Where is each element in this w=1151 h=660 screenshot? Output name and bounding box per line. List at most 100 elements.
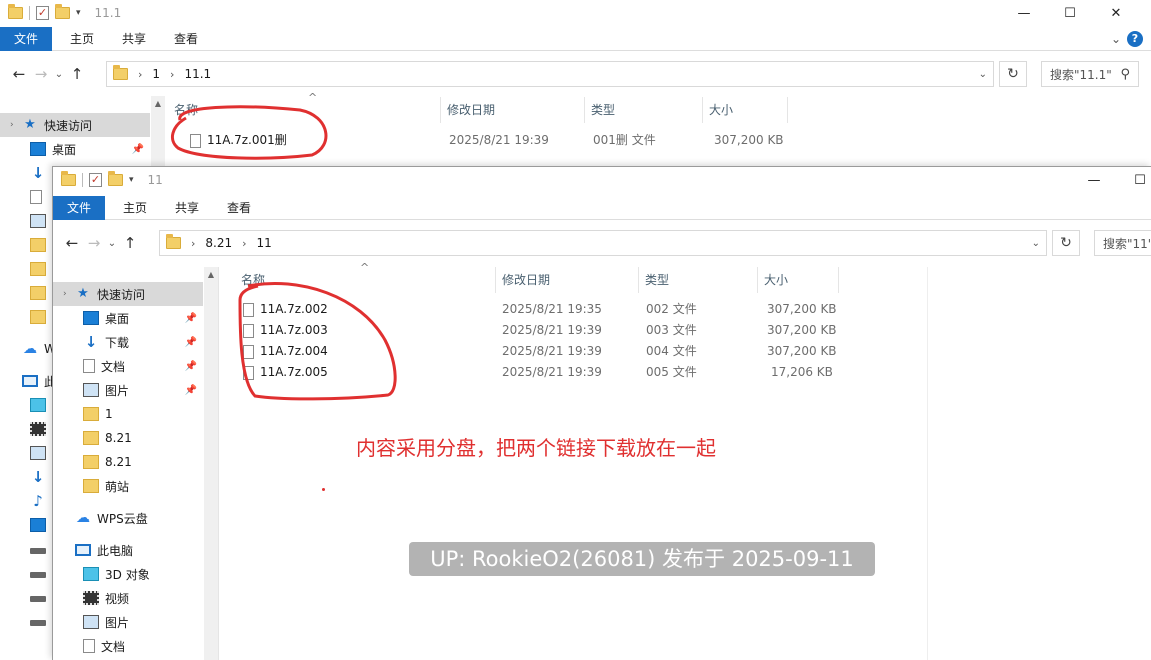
file-name-cell: 11A.7z.001删 xyxy=(190,130,287,151)
sidebar-item-quick-access[interactable]: › ★ 快速访问 xyxy=(53,282,203,306)
tab-view[interactable]: 查看 xyxy=(213,196,265,220)
table-row[interactable]: 11A.7z.003 2025/8/21 19:39 003 文件 307,20… xyxy=(235,320,839,341)
minimize-button[interactable]: — xyxy=(1071,167,1117,193)
scroll-up-icon[interactable]: ▲ xyxy=(151,96,165,112)
sidebar-item-3d-objects[interactable]: 3D 对象 xyxy=(53,562,203,586)
search-placeholder: 搜索"11" xyxy=(1103,236,1151,251)
column-header-name[interactable]: 名称 xyxy=(168,97,441,123)
column-header-size[interactable]: 大小 xyxy=(758,267,839,293)
file-icon xyxy=(243,302,254,317)
breadcrumb-item[interactable]: 11.1 xyxy=(184,67,211,81)
tab-file[interactable]: 文件 xyxy=(53,195,106,220)
table-row[interactable]: 11A.7z.002 2025/8/21 19:35 002 文件 307,20… xyxy=(235,299,839,320)
breadcrumb-item[interactable]: 11 xyxy=(257,236,272,250)
chevron-down-icon[interactable]: ⌄ xyxy=(1032,238,1040,249)
folder-icon xyxy=(166,234,181,249)
file-name: 11A.7z.003 xyxy=(260,323,328,337)
sidebar-item-pictures[interactable]: 图片 📌 xyxy=(53,378,203,402)
table-row[interactable]: 11A.7z.001删 2025/8/21 19:39 001删 文件 307,… xyxy=(168,130,788,151)
file-name-cell: 11A.7z.004 xyxy=(243,341,328,362)
column-header-modified[interactable]: 修改日期 xyxy=(441,97,585,123)
file-modified: 2025/8/21 19:39 xyxy=(502,344,602,358)
sidebar-item-label: 图片 xyxy=(105,615,130,630)
expander-icon: › xyxy=(63,289,67,299)
back-arrow-icon[interactable]: ← xyxy=(61,234,83,252)
customize-toolbar-icon[interactable]: ▾ xyxy=(76,8,81,18)
breadcrumb-item[interactable]: 1 xyxy=(152,67,160,81)
customize-toolbar-icon[interactable]: ▾ xyxy=(129,175,134,185)
column-header-size[interactable]: 大小 xyxy=(703,97,788,123)
tab-view[interactable]: 查看 xyxy=(160,27,212,51)
maximize-button[interactable]: ☐ xyxy=(1117,167,1151,193)
sidebar-item-documents[interactable]: 文档 xyxy=(53,634,203,658)
sidebar-item-label: 视频 xyxy=(105,591,130,606)
search-placeholder: 搜索"11.1" xyxy=(1050,67,1112,82)
sidebar-item-downloads[interactable]: ↓ 下载 📌 xyxy=(53,330,203,354)
sidebar-item-documents[interactable]: 文档 📌 xyxy=(53,354,203,378)
tab-share[interactable]: 共享 xyxy=(161,196,213,220)
properties-check-icon[interactable]: ✓ xyxy=(36,6,49,20)
tab-home[interactable]: 主页 xyxy=(105,196,161,220)
sidebar-item-pictures[interactable]: 图片 xyxy=(53,610,203,634)
chevron-down-icon[interactable]: ⌄ xyxy=(1111,32,1121,46)
sidebar-item-folder-1[interactable]: 1 xyxy=(53,402,203,426)
breadcrumb-separator: › xyxy=(138,67,143,81)
up-arrow-icon[interactable]: ↑ xyxy=(66,65,88,83)
breadcrumb-separator: › xyxy=(170,67,175,81)
forward-arrow-icon[interactable]: → xyxy=(83,234,105,252)
file-type: 005 文件 xyxy=(646,365,697,379)
pin-icon[interactable]: 📌 xyxy=(185,385,197,396)
table-row[interactable]: 11A.7z.004 2025/8/21 19:39 004 文件 307,20… xyxy=(235,341,839,362)
sidebar-item-folder-mengzhan[interactable]: 萌站 xyxy=(53,474,203,498)
sidebar-item-folder-821[interactable]: 8.21 xyxy=(53,426,203,450)
pin-icon[interactable]: 📌 xyxy=(185,361,197,372)
breadcrumb-item[interactable]: 8.21 xyxy=(205,236,232,250)
minimize-button[interactable]: — xyxy=(1001,0,1047,26)
file-name: 11A.7z.005 xyxy=(260,365,328,379)
refresh-button[interactable]: ↻ xyxy=(999,61,1027,87)
forward-arrow-icon[interactable]: → xyxy=(30,65,52,83)
drive-icon xyxy=(30,548,46,554)
search-input[interactable]: 搜索"11" xyxy=(1094,230,1151,256)
up-arrow-icon[interactable]: ↑ xyxy=(119,234,141,252)
folder-icon xyxy=(83,407,99,421)
nav-scrollbar[interactable]: ▲ xyxy=(204,267,218,660)
tab-file[interactable]: 文件 xyxy=(0,26,53,51)
recent-locations-icon[interactable]: ⌄ xyxy=(105,238,119,249)
new-folder-icon[interactable] xyxy=(108,171,123,186)
column-header-type[interactable]: 类型 xyxy=(639,267,758,293)
picture-icon xyxy=(83,615,99,629)
new-folder-icon[interactable] xyxy=(55,4,70,19)
file-name: 11A.7z.004 xyxy=(260,344,328,358)
sidebar-item-desktop[interactable]: 桌面 📌 xyxy=(0,137,150,161)
refresh-button[interactable]: ↻ xyxy=(1052,230,1080,256)
properties-check-icon[interactable]: ✓ xyxy=(89,173,102,187)
scroll-up-icon[interactable]: ▲ xyxy=(204,267,218,283)
column-header-name[interactable]: 名称 xyxy=(235,267,496,293)
file-size: 307,200 KB xyxy=(767,323,837,337)
address-bar[interactable]: › 1 › 11.1 ⌄ xyxy=(106,61,994,87)
chevron-down-icon[interactable]: ⌄ xyxy=(979,69,987,80)
explorer-window-front: ✓ ▾ 11 — ☐ 文件 主页 共享 查看 ← → ⌄ ↑ › 8.21 › … xyxy=(52,166,1151,660)
tab-home[interactable]: 主页 xyxy=(52,27,108,51)
column-header-type[interactable]: 类型 xyxy=(585,97,703,123)
column-header-modified[interactable]: 修改日期 xyxy=(496,267,639,293)
sidebar-item-this-pc[interactable]: 此电脑 xyxy=(53,538,203,562)
table-row[interactable]: 11A.7z.005 2025/8/21 19:39 005 文件 17,206… xyxy=(235,362,839,383)
tab-share[interactable]: 共享 xyxy=(108,27,160,51)
pin-icon[interactable]: 📌 xyxy=(185,313,197,324)
close-button[interactable]: ✕ xyxy=(1093,0,1139,26)
help-icon[interactable]: ? xyxy=(1127,30,1143,47)
pin-icon[interactable]: 📌 xyxy=(185,337,197,348)
back-arrow-icon[interactable]: ← xyxy=(8,65,30,83)
sidebar-item-wps[interactable]: ☁ WPS云盘 xyxy=(53,506,203,530)
search-input[interactable]: 搜索"11.1" ⚲ xyxy=(1041,61,1139,87)
sidebar-item-quick-access[interactable]: › ★ 快速访问 xyxy=(0,113,150,137)
sidebar-item-desktop[interactable]: 桌面 📌 xyxy=(53,306,203,330)
address-bar[interactable]: › 8.21 › 11 ⌄ xyxy=(159,230,1047,256)
maximize-button[interactable]: ☐ xyxy=(1047,0,1093,26)
sidebar-item-folder-821[interactable]: 8.21 xyxy=(53,450,203,474)
cloud-icon: ☁ xyxy=(76,510,90,526)
recent-locations-icon[interactable]: ⌄ xyxy=(52,69,66,80)
sidebar-item-videos[interactable]: 视频 xyxy=(53,586,203,610)
